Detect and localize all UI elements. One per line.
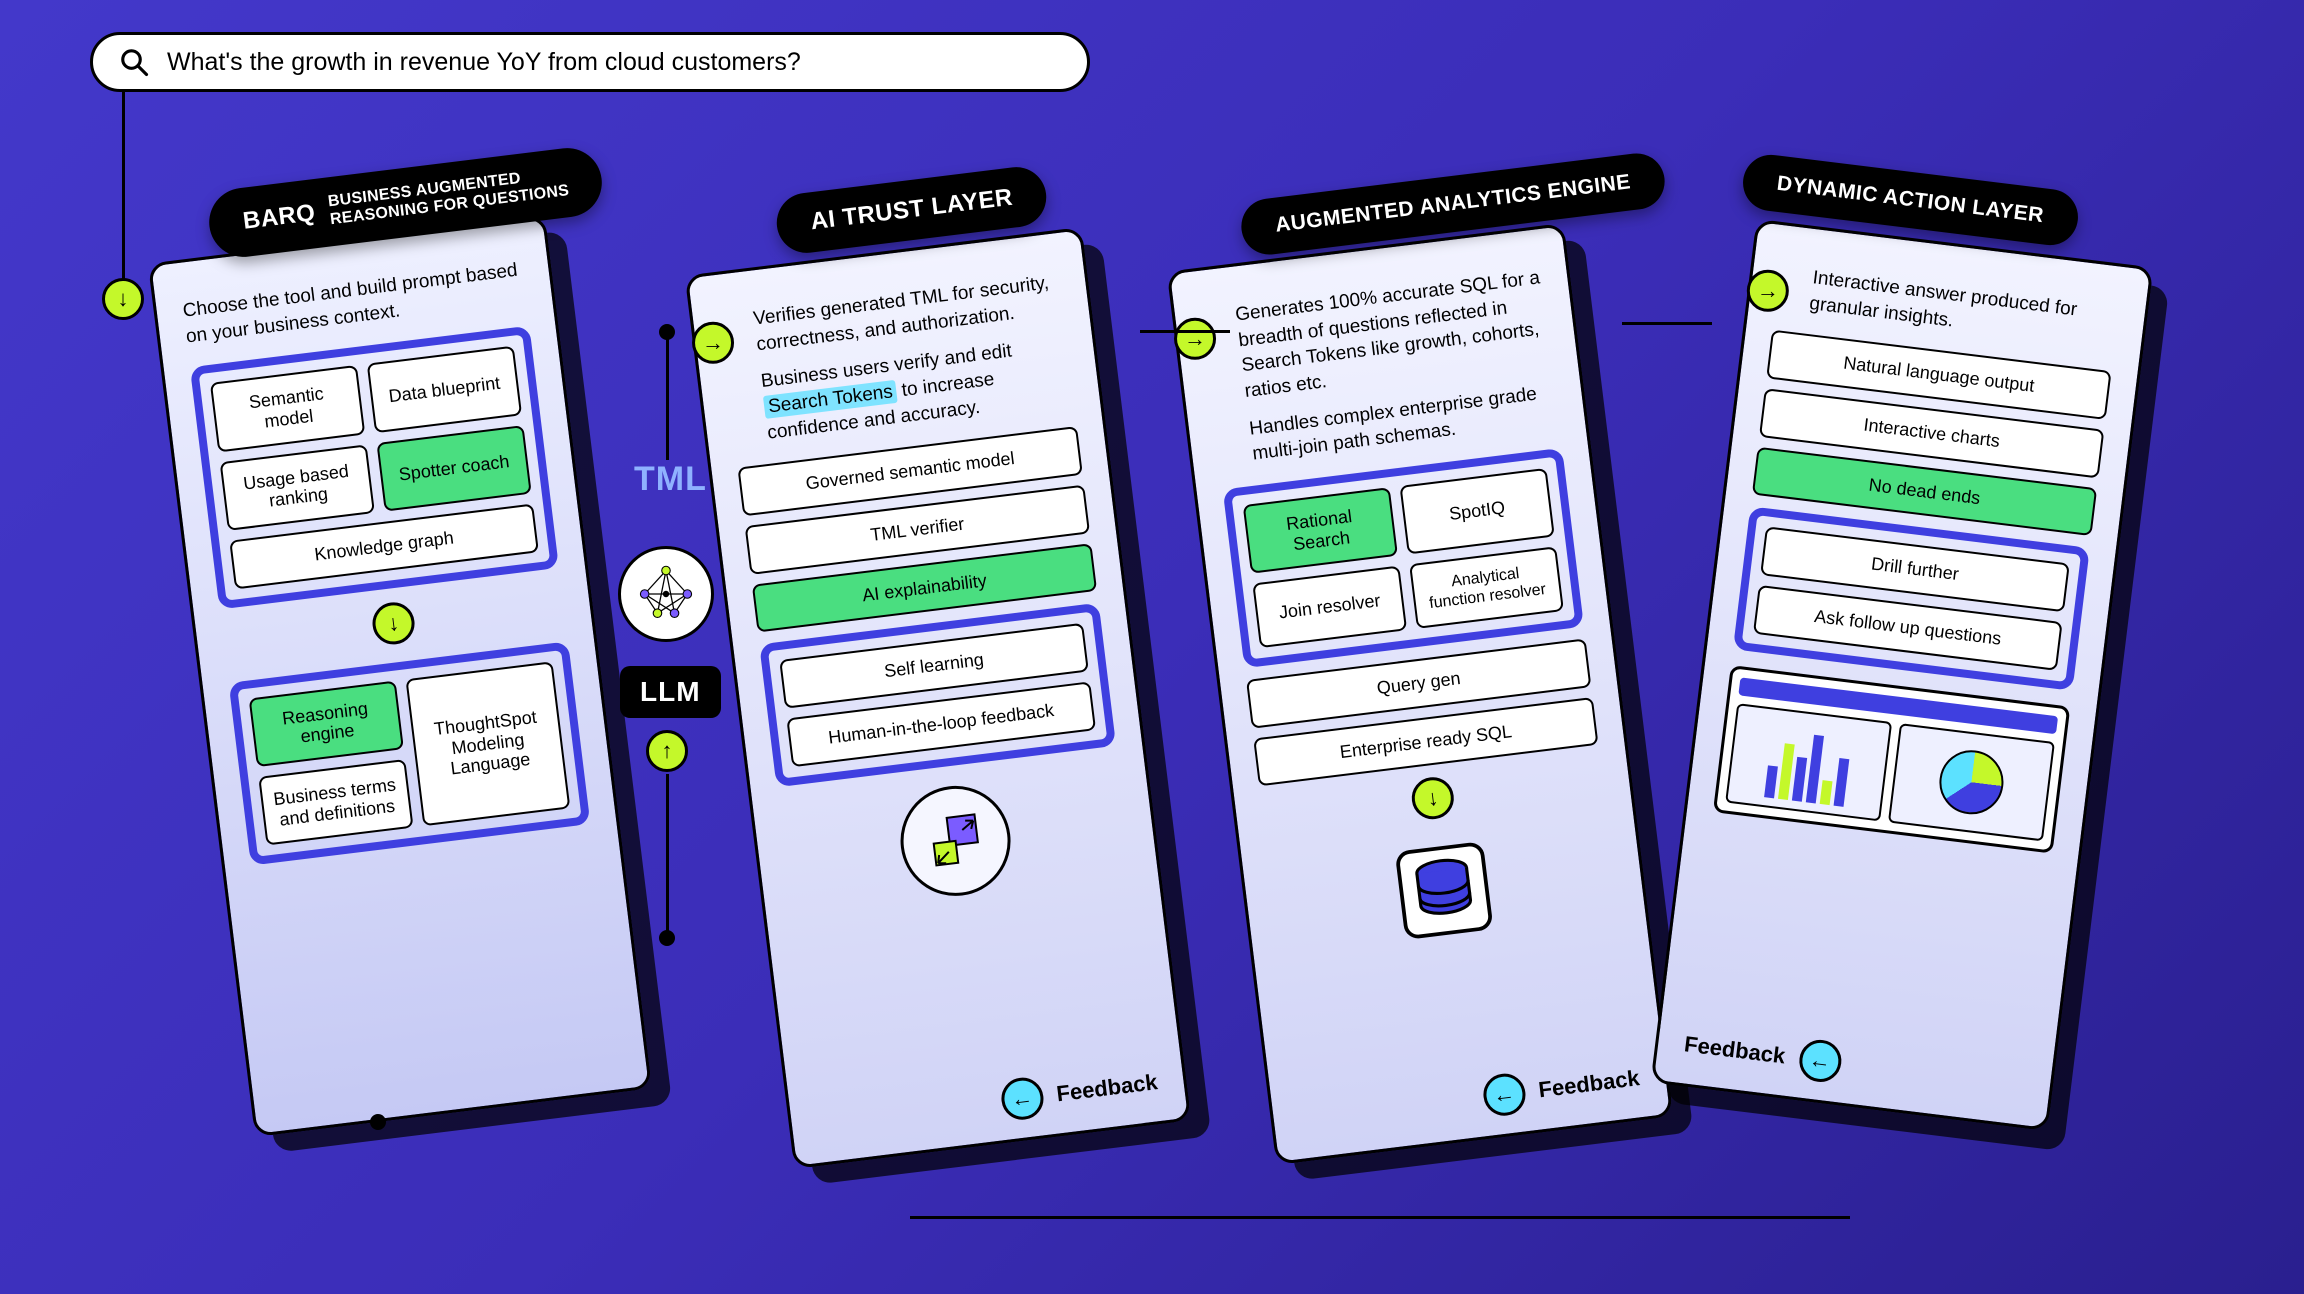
chip-reasoning-engine: Reasoning engine [249, 680, 404, 767]
chip-spotter-coach: Spotter coach [376, 425, 531, 512]
barq-panel: Choose the tool and build prompt based o… [148, 215, 652, 1137]
connector-line [666, 330, 669, 460]
search-input[interactable] [167, 48, 1061, 77]
action-feedback-label: Feedback [1683, 1031, 1787, 1069]
pie-chart-icon [1888, 723, 2055, 841]
analytics-feedback-label: Feedback [1537, 1065, 1641, 1103]
llm-label: LLM [620, 666, 721, 718]
chip-rational-search: Rational Search [1243, 487, 1398, 574]
action-chip-frame: Drill further Ask follow up questions [1733, 507, 2090, 691]
connector-dot [370, 1114, 386, 1130]
arrow-left-icon: ← [1481, 1071, 1528, 1118]
arrow-right-icon: → [1747, 270, 1789, 312]
trust-header: AI TRUST LAYER [809, 184, 1014, 237]
connector-line [122, 92, 125, 302]
chip-spotiq: SpotIQ [1399, 468, 1554, 555]
search-bar[interactable] [90, 32, 1090, 92]
trust-chip-frame: Self learning Human-in-the-loop feedback [759, 603, 1116, 787]
connector-dot [659, 930, 675, 946]
arrow-down-icon: ↓ [102, 278, 144, 320]
trust-panel: → Verifies generated TML for security, c… [685, 227, 1192, 1169]
action-chip-stack: Natural language output Interactive char… [1752, 330, 2112, 537]
action-panel: → Interactive answer produced for granul… [1650, 219, 2153, 1131]
connector-line [1622, 322, 1712, 325]
trust-chip-stack: Governed semantic model TML verifier AI … [737, 426, 1097, 633]
arrow-up-icon: ↑ [646, 730, 688, 772]
connector-line [666, 774, 669, 934]
barq-chip-frame-bottom: Reasoning engine Business terms and defi… [229, 641, 591, 866]
barq-chip-frame-top: Semantic model Data blueprint Usage base… [190, 326, 559, 609]
analytics-panel: → Generates 100% accurate SQL for a brea… [1167, 223, 1674, 1165]
chip-join-resolver: Join resolver [1252, 566, 1407, 648]
arrow-left-icon: ← [1796, 1037, 1843, 1084]
trust-feedback-label: Feedback [1055, 1069, 1159, 1107]
connector-dot [659, 324, 675, 340]
bar-chart-icon [1725, 703, 1892, 821]
database-icon [1388, 835, 1499, 946]
action-header: DYNAMIC ACTION LAYER [1776, 172, 2046, 229]
arrow-down-icon: ↓ [370, 600, 417, 647]
chip-data-blueprint: Data blueprint [367, 346, 522, 433]
chip-thoughtspot-modeling-language: ThoughtSpot Modeling Language [405, 661, 570, 827]
arrow-right-icon: → [692, 322, 734, 364]
barq-header-big: BARQ [242, 200, 318, 237]
search-icon [119, 47, 149, 77]
trust-panel-icon [894, 779, 1017, 902]
analytics-chip-frame: Rational Search SpotIQ Join resolver Ana… [1223, 448, 1584, 668]
connector-line [1140, 330, 1230, 333]
analytics-header: AUGMENTED ANALYTICS ENGINE [1274, 170, 1632, 237]
arrow-left-icon: ← [999, 1075, 1046, 1122]
dashboard-illustration [1713, 665, 2070, 854]
arrow-down-icon: ↓ [1409, 775, 1456, 822]
tml-label: TML [634, 460, 707, 499]
chip-usage-ranking: Usage based ranking [220, 444, 375, 531]
arrow-right-icon: → [1174, 318, 1216, 360]
chip-business-terms: Business terms and definitions [258, 759, 413, 846]
connector-line [910, 1216, 1850, 1219]
barq-header-sub: BUSINESS AUGMENTED REASONING FOR QUESTIO… [327, 164, 570, 230]
network-icon [618, 546, 714, 642]
chip-semantic-model: Semantic model [210, 365, 365, 452]
chip-analytical-function-resolver: Analytical function resolver [1409, 547, 1564, 629]
